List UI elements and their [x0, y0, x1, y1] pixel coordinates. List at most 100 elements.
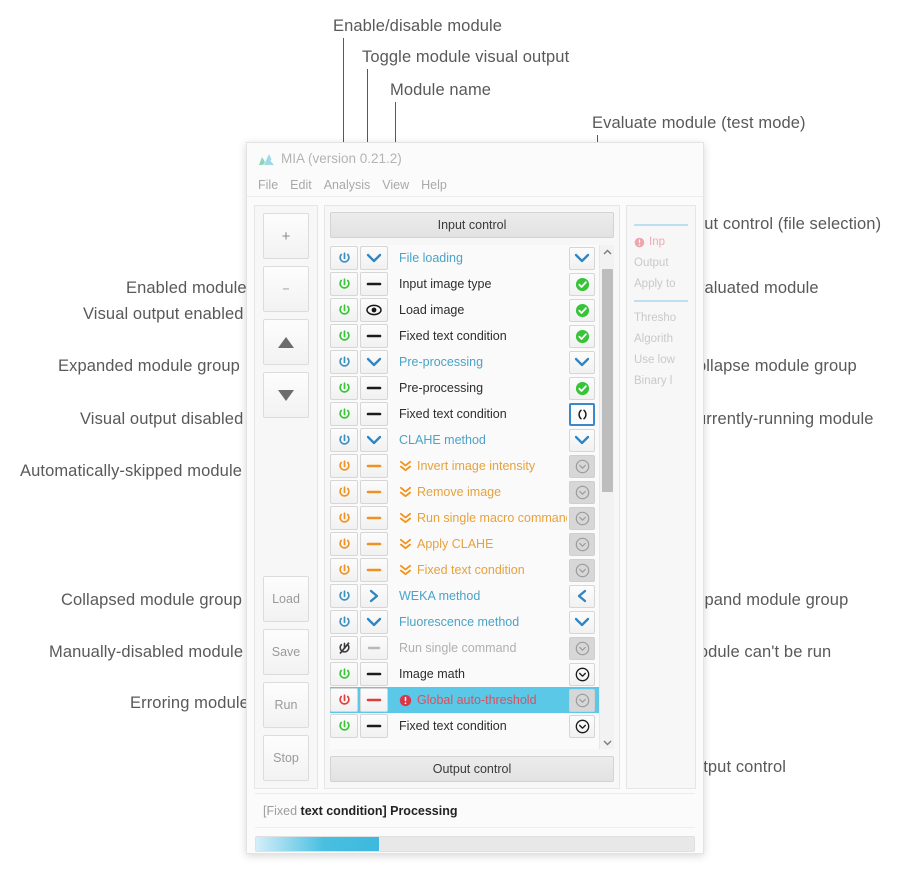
module-name-label: Image math	[390, 667, 567, 681]
module-row[interactable]: Fixed text condition	[330, 401, 599, 427]
module-enable-toggle-power-icon[interactable]	[330, 480, 358, 504]
module-visual-output-toggle-icon[interactable]	[360, 376, 388, 400]
module-evaluate-button-chevron-down-icon[interactable]	[569, 610, 595, 634]
module-row[interactable]: WEKA method	[330, 583, 599, 609]
module-visual-output-toggle-icon[interactable]	[360, 688, 388, 712]
module-row[interactable]: CLAHE method	[330, 427, 599, 453]
module-evaluate-button-check-green-icon[interactable]	[569, 298, 595, 322]
module-enable-toggle-power-icon[interactable]	[330, 662, 358, 686]
module-visual-output-toggle-icon[interactable]	[360, 610, 388, 634]
module-enable-toggle-power-icon[interactable]	[330, 324, 358, 348]
menu-item-edit[interactable]: Edit	[290, 178, 312, 192]
remove-module-button[interactable]: −	[263, 266, 309, 312]
scrollbar-track[interactable]	[600, 259, 614, 735]
module-evaluate-button-chevron-down-icon[interactable]	[569, 428, 595, 452]
status-prefix: [Fixed	[263, 803, 298, 818]
module-visual-output-toggle-icon[interactable]	[360, 636, 388, 660]
module-enable-toggle-power-icon[interactable]	[330, 558, 358, 582]
load-button[interactable]: Load	[263, 576, 309, 622]
move-module-up-button[interactable]	[263, 319, 309, 365]
module-row[interactable]: Input image type	[330, 271, 599, 297]
module-visual-output-toggle-icon[interactable]	[360, 558, 388, 582]
chevron-up-icon[interactable]	[600, 245, 614, 259]
parameter-error-icon	[634, 237, 645, 247]
module-name-label: Invert image intensity	[390, 459, 567, 473]
module-evaluate-button-check-green-icon[interactable]	[569, 324, 595, 348]
module-enable-toggle-power-icon[interactable]	[330, 298, 358, 322]
annotation-module-cant-be-run: Module can't be run	[685, 643, 832, 661]
module-visual-output-toggle-icon[interactable]	[360, 480, 388, 504]
module-row[interactable]: Remove image	[330, 479, 599, 505]
module-visual-output-toggle-icon[interactable]	[360, 532, 388, 556]
module-enable-toggle-power-icon[interactable]	[330, 246, 358, 270]
move-module-down-button[interactable]	[263, 372, 309, 418]
module-visual-output-toggle-icon[interactable]	[360, 454, 388, 478]
module-name-label: Input image type	[390, 277, 567, 291]
module-enable-toggle-power-icon[interactable]	[330, 428, 358, 452]
module-row[interactable]: Load image	[330, 297, 599, 323]
module-enable-toggle-power-icon[interactable]	[330, 402, 358, 426]
module-evaluate-button-chevron-down-icon[interactable]	[569, 350, 595, 374]
module-enable-toggle-power-icon[interactable]	[330, 636, 358, 660]
module-enable-toggle-power-icon[interactable]	[330, 506, 358, 530]
module-visual-output-toggle-icon[interactable]	[360, 402, 388, 426]
module-enable-toggle-power-icon[interactable]	[330, 350, 358, 374]
module-visual-output-toggle-icon[interactable]	[360, 246, 388, 270]
module-row[interactable]: Pre-processing	[330, 375, 599, 401]
menu-item-help[interactable]: Help	[421, 178, 447, 192]
output-control-button[interactable]: Output control	[330, 756, 614, 782]
module-visual-output-toggle-icon[interactable]	[360, 714, 388, 738]
module-visual-output-toggle-icon[interactable]	[360, 662, 388, 686]
input-control-button[interactable]: Input control	[330, 212, 614, 238]
module-evaluate-button-check-green-icon[interactable]	[569, 376, 595, 400]
module-row[interactable]: Pre-processing	[330, 349, 599, 375]
run-button[interactable]: Run	[263, 682, 309, 728]
module-evaluate-button-chevron-down-icon[interactable]	[569, 246, 595, 270]
module-row[interactable]: Fixed text condition	[330, 557, 599, 583]
annotation-currently-running-module: Currently-running module	[685, 410, 874, 428]
module-evaluate-button-disabled-icon	[569, 558, 595, 582]
module-enable-toggle-power-icon[interactable]	[330, 688, 358, 712]
module-row[interactable]: Run single command	[330, 635, 599, 661]
module-list-scrollbar[interactable]	[599, 245, 614, 749]
module-enable-toggle-power-icon[interactable]	[330, 454, 358, 478]
module-row[interactable]: Image math	[330, 661, 599, 687]
stop-button[interactable]: Stop	[263, 735, 309, 781]
module-row[interactable]: Global auto-threshold	[330, 687, 599, 713]
module-evaluate-button-chevron-left-icon[interactable]	[569, 584, 595, 608]
module-visual-output-toggle-icon[interactable]	[360, 428, 388, 452]
module-enable-toggle-power-icon[interactable]	[330, 376, 358, 400]
module-enable-toggle-power-icon[interactable]	[330, 610, 358, 634]
module-enable-toggle-power-icon[interactable]	[330, 532, 358, 556]
module-visual-output-toggle-icon[interactable]	[360, 506, 388, 530]
module-evaluate-button-circle-chevron-icon[interactable]	[569, 662, 595, 686]
menu-item-view[interactable]: View	[382, 178, 409, 192]
save-button[interactable]: Save	[263, 629, 309, 675]
module-row[interactable]: Apply CLAHE	[330, 531, 599, 557]
module-evaluate-button-check-green-icon[interactable]	[569, 272, 595, 296]
module-enable-toggle-power-icon[interactable]	[330, 714, 358, 738]
module-evaluate-button-running-icon[interactable]	[569, 402, 595, 426]
module-row[interactable]: Invert image intensity	[330, 453, 599, 479]
module-visual-output-toggle-icon[interactable]	[360, 350, 388, 374]
module-row[interactable]: Fixed text condition	[330, 323, 599, 349]
menu-bar[interactable]: File Edit Analysis View Help	[247, 173, 703, 197]
module-row[interactable]: Fixed text condition	[330, 713, 599, 739]
module-visual-output-toggle-icon[interactable]	[360, 298, 388, 322]
module-visual-output-toggle-icon[interactable]	[360, 272, 388, 296]
menu-item-analysis[interactable]: Analysis	[324, 178, 371, 192]
module-enable-toggle-power-icon[interactable]	[330, 272, 358, 296]
module-row[interactable]: Run single macro command	[330, 505, 599, 531]
parameter-label: Algorith	[634, 333, 690, 345]
module-visual-output-toggle-icon[interactable]	[360, 584, 388, 608]
add-module-button[interactable]: +	[263, 213, 309, 259]
parameter-label: Inp	[634, 236, 690, 248]
module-evaluate-button-circle-chevron-icon[interactable]	[569, 714, 595, 738]
menu-item-file[interactable]: File	[258, 178, 278, 192]
scrollbar-thumb[interactable]	[602, 268, 613, 493]
module-row[interactable]: File loading	[330, 245, 599, 271]
module-enable-toggle-power-icon[interactable]	[330, 584, 358, 608]
module-visual-output-toggle-icon[interactable]	[360, 324, 388, 348]
module-row[interactable]: Fluorescence method	[330, 609, 599, 635]
chevron-down-icon[interactable]	[600, 735, 614, 749]
